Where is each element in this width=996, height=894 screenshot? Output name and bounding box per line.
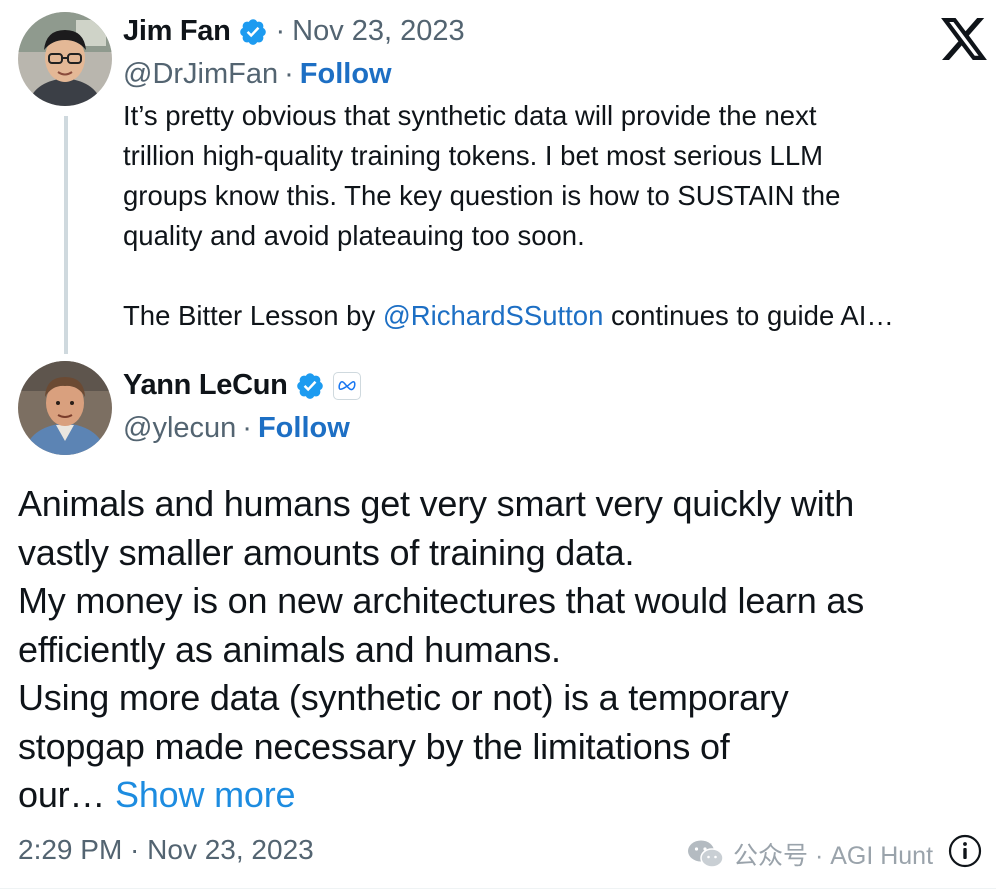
info-icon[interactable] — [948, 834, 982, 868]
quoted-tweet-header: Jim Fan · Nov 23, 2023 — [123, 15, 465, 48]
quoted-tweet-text: It’s pretty obvious that synthetic data … — [123, 96, 983, 336]
handle-separator: · — [242, 412, 252, 444]
main-text-line: efficiently as animals and humans. — [18, 628, 561, 670]
main-handle-row: @ylecun · Follow — [123, 412, 350, 445]
quoted-text-line: groups know this. The key question is ho… — [123, 180, 841, 211]
main-text-line: stopgap made necessary by the limitation… — [18, 725, 730, 767]
main-text-line: vastly smaller amounts of training data. — [18, 531, 635, 573]
quoted-text-line: quality and avoid plateauing too soon. — [123, 220, 585, 251]
verified-badge-icon — [238, 17, 268, 47]
meta-affiliation-icon[interactable] — [332, 371, 361, 400]
show-more-link[interactable]: Show more — [115, 774, 295, 815]
handle-separator: · — [284, 58, 294, 90]
follow-jim-fan-button[interactable]: Follow — [300, 58, 392, 91]
main-author-handle[interactable]: @ylecun — [123, 412, 236, 445]
x-logo-icon[interactable] — [941, 18, 987, 60]
quoted-text-fragment: The Bitter Lesson by — [123, 300, 383, 331]
verified-badge-icon — [295, 371, 325, 401]
thread-connector-line — [64, 116, 68, 354]
quoted-author-name[interactable]: Jim Fan — [123, 15, 231, 48]
quoted-text-line: trillion high-quality training tokens. I… — [123, 140, 824, 171]
main-text-line-last: our… Show more — [18, 771, 988, 820]
quoted-tweet-date[interactable]: Nov 23, 2023 — [292, 15, 465, 48]
quoted-author-handle[interactable]: @DrJimFan — [123, 58, 278, 91]
avatar-yann-lecun-image — [18, 361, 112, 455]
main-text-line: Animals and humans get very smart very q… — [18, 483, 855, 524]
wechat-watermark: 公众号 · AGI Hunt — [687, 836, 933, 872]
follow-yann-lecun-button[interactable]: Follow — [258, 412, 350, 445]
main-author-name[interactable]: Yann LeCun — [123, 369, 288, 402]
mention-richardssutton-link[interactable]: @RichardSSutton — [383, 300, 604, 331]
avatar-jim-fan-image — [18, 12, 112, 106]
quoted-text-line: It’s pretty obvious that synthetic data … — [123, 100, 817, 131]
quoted-text-line-last: The Bitter Lesson by @RichardSSutton con… — [123, 296, 983, 336]
wechat-icon — [687, 839, 725, 869]
main-text-line: My money is on new architectures that wo… — [18, 580, 865, 621]
truncated-text: our… — [18, 774, 116, 815]
bottom-divider — [0, 888, 996, 889]
header-separator: · — [275, 15, 286, 47]
main-tweet-text: Animals and humans get very smart very q… — [18, 480, 988, 820]
quoted-text-fragment: continues to guide AI… — [603, 300, 894, 331]
avatar-jim-fan[interactable] — [18, 12, 112, 106]
watermark-text: 公众号 · AGI Hunt — [733, 842, 934, 870]
tweet-timestamp[interactable]: 2:29 PM · Nov 23, 2023 — [18, 834, 314, 866]
main-text-line: Using more data (synthetic or not) is a … — [18, 677, 789, 718]
quoted-handle-row: @DrJimFan · Follow — [123, 58, 392, 91]
main-tweet-header: Yann LeCun — [123, 369, 361, 402]
avatar-yann-lecun[interactable] — [18, 361, 112, 455]
